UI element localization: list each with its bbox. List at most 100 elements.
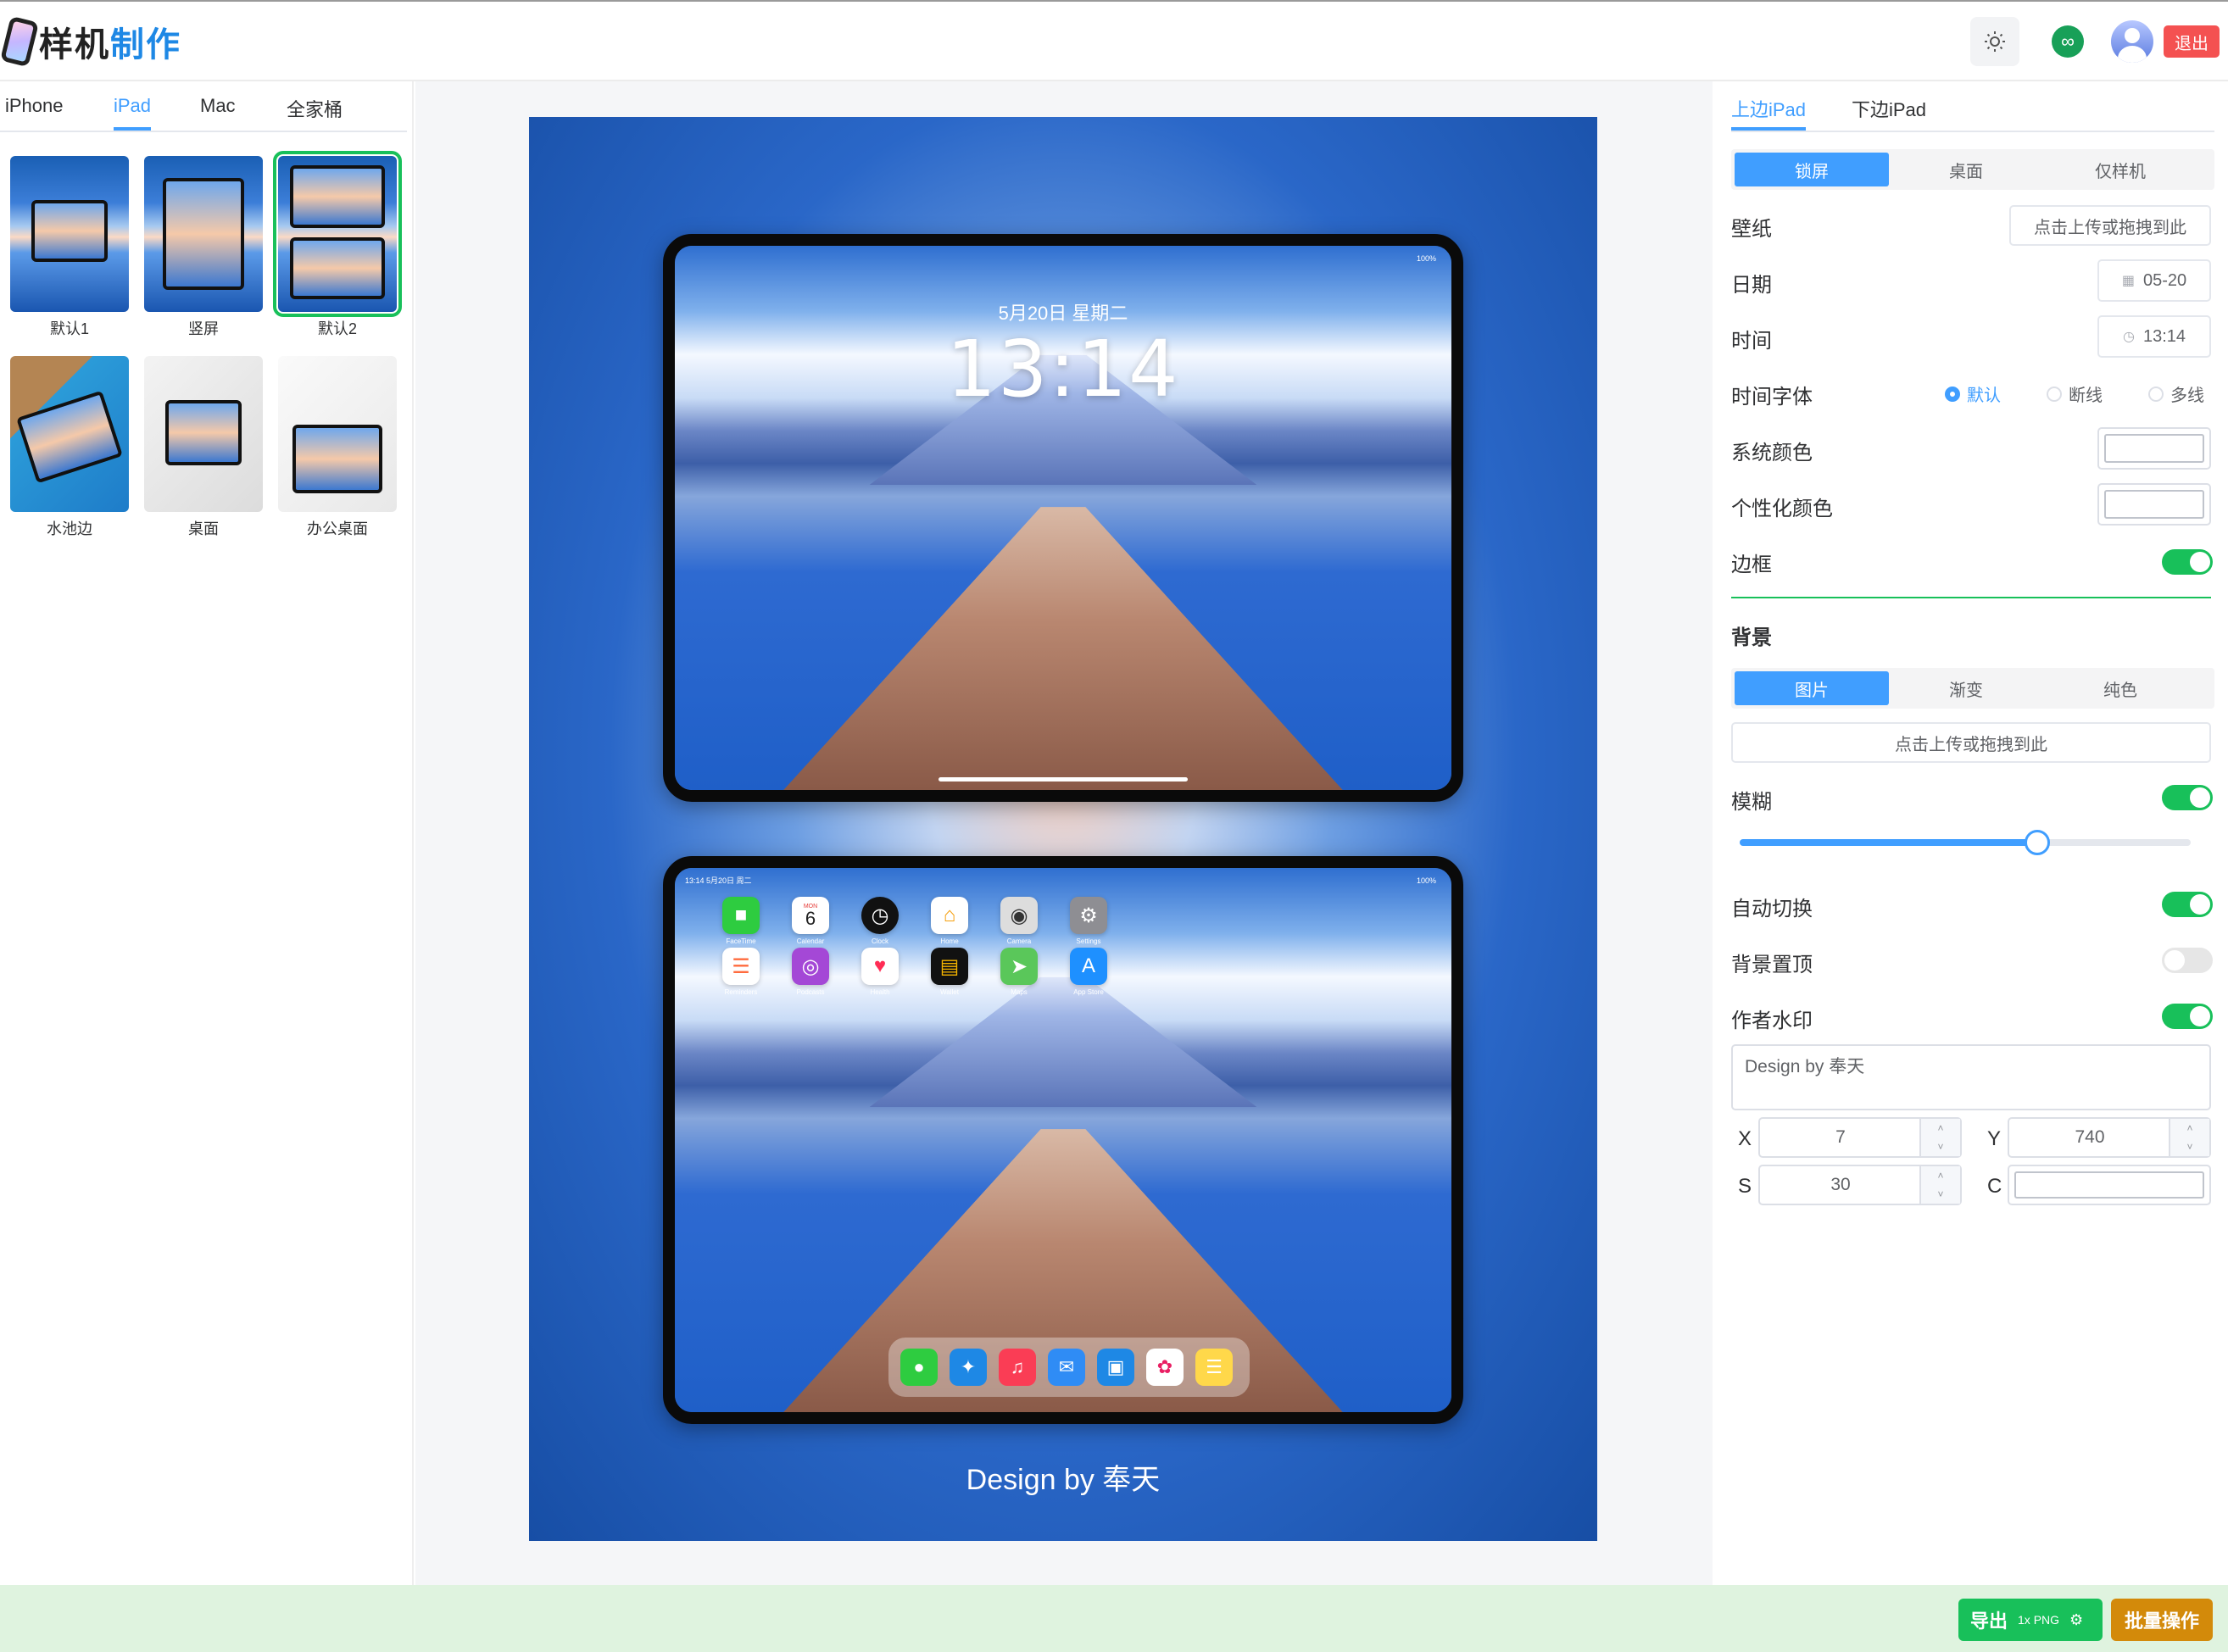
s-number-input[interactable]: 30 ˄ ˅	[1758, 1165, 1962, 1205]
wallet-icon: ▤	[931, 948, 968, 985]
avatar[interactable]	[2111, 20, 2153, 63]
bg-type-gradient[interactable]: 渐变	[1889, 671, 2043, 705]
device-tabs: iPhone iPad Mac 全家桶	[0, 81, 407, 132]
app-label: Camera	[1006, 937, 1032, 945]
x-number-input[interactable]: 7 ˄ ˅	[1758, 1117, 1962, 1158]
x-label: X	[1738, 1127, 1752, 1150]
background-title: 背景	[1731, 626, 1772, 649]
mode-desktop[interactable]: 桌面	[1889, 153, 2043, 186]
app-label: Home	[940, 937, 959, 945]
s-label: S	[1738, 1175, 1752, 1198]
appstore-icon: A	[1070, 948, 1107, 985]
time-picker[interactable]: ◷ 13:14	[2097, 315, 2211, 358]
template-thumb-default2[interactable]	[273, 151, 402, 317]
template-thumb-pool[interactable]	[10, 356, 129, 512]
watermark-label: 作者水印	[1731, 1010, 1813, 1032]
lock-time: 13:14	[946, 324, 1180, 414]
s-stepper[interactable]: ˄ ˅	[1919, 1166, 1960, 1204]
settings-icon: ⚙	[1070, 897, 1107, 934]
template-thumb-default1[interactable]	[10, 156, 129, 312]
theme-toggle-button[interactable]	[1970, 17, 2019, 66]
watermark-text: Design by 奉天	[966, 1464, 1161, 1496]
ipad-top-lockscreen[interactable]: 100% 5月20日 星期二 13:14	[663, 234, 1463, 802]
y-number-input[interactable]: 740 ˄ ˅	[2008, 1117, 2211, 1158]
bg-type-image[interactable]: 图片	[1735, 671, 1889, 705]
time-value: 13:14	[2142, 326, 2186, 346]
tab-ipad[interactable]: iPad	[114, 95, 152, 131]
font-radio-dashed[interactable]: 断线	[2047, 381, 2103, 406]
calendar-icon: ▦	[2121, 274, 2135, 288]
safari-icon: ✦	[950, 1349, 987, 1386]
facetime-icon: ■	[722, 897, 760, 934]
font-radio-default[interactable]: 默认	[1945, 381, 2001, 406]
mail-icon: ✉	[1048, 1349, 1085, 1386]
s-value: 30	[1830, 1175, 1851, 1194]
mode-lockscreen[interactable]: 锁屏	[1735, 153, 1889, 186]
settings-panel: 上边iPad 下边iPad 锁屏 桌面 仅样机	[1714, 81, 2228, 1585]
status-bar: 100%	[1416, 876, 1436, 885]
wallpaper-upload[interactable]: 点击上传或拖拽到此	[2009, 205, 2211, 246]
template-thumb-desk[interactable]	[144, 356, 263, 512]
template-label: 默认1	[49, 320, 89, 337]
watermark-switch[interactable]	[2162, 1004, 2213, 1029]
tab-bottom-ipad[interactable]: 下边iPad	[1852, 95, 1926, 131]
blur-slider-handle[interactable]	[2025, 830, 2051, 855]
x-value: 7	[1835, 1127, 1846, 1147]
app-label: Reminders	[724, 988, 758, 996]
app-label: FaceTime	[726, 937, 756, 945]
tab-top-ipad[interactable]: 上边iPad	[1731, 95, 1807, 131]
ipad-bottom-homescreen[interactable]: 13:14 5月20日 周二 100% ■ FaceTime MON 6 Cale…	[663, 856, 1463, 1424]
app-label: Maps	[1011, 988, 1028, 996]
border-switch[interactable]	[2162, 549, 2213, 575]
app-label: Calendar	[796, 937, 825, 945]
time-label: 时间	[1731, 330, 1772, 353]
mockup-canvas[interactable]: 100% 5月20日 星期二 13:14 13:14 5月20日 周二 100%…	[529, 117, 1597, 1541]
font-radio-multiline[interactable]: 多线	[2148, 381, 2204, 406]
tab-family[interactable]: 全家桶	[287, 95, 343, 131]
template-panel: iPhone iPad Mac 全家桶 默认1 竖屏 默认2 水池边 桌面 办公…	[0, 81, 414, 1585]
template-thumb-portrait[interactable]	[144, 156, 263, 312]
reminders-icon: ☰	[722, 948, 760, 985]
date-picker[interactable]: ▦ 05-20	[2097, 259, 2211, 302]
background-upload[interactable]: 点击上传或拖拽到此	[1731, 722, 2211, 763]
watermark-color-picker[interactable]	[2008, 1165, 2211, 1205]
tab-mac[interactable]: Mac	[200, 95, 236, 131]
blur-label: 模糊	[1731, 791, 1772, 814]
clock-icon: ◷	[2122, 330, 2135, 344]
logo-text-2: 制作	[110, 25, 181, 64]
logo[interactable]: 样机 制作	[0, 15, 181, 68]
template-label: 竖屏	[188, 320, 219, 337]
custom-color-picker[interactable]	[2097, 483, 2211, 526]
system-color-label: 系统颜色	[1731, 442, 1813, 464]
logout-button[interactable]: 退出	[2164, 25, 2220, 58]
mode-frame-only[interactable]: 仅样机	[2043, 153, 2197, 186]
export-button[interactable]: 导出 1x PNG ⚙	[1958, 1599, 2103, 1641]
template-thumb-office[interactable]	[278, 356, 397, 512]
maps-icon: ➤	[1000, 948, 1038, 985]
tab-iphone[interactable]: iPhone	[5, 95, 64, 131]
wallpaper-label: 壁纸	[1731, 218, 1772, 241]
app-label: Wallet	[940, 988, 959, 996]
gear-icon[interactable]: ⚙	[2069, 1611, 2083, 1629]
system-color-picker[interactable]	[2097, 427, 2211, 470]
template-label: 默认2	[317, 320, 357, 337]
template-label: 水池边	[47, 520, 92, 537]
x-stepper[interactable]: ˄ ˅	[1919, 1119, 1960, 1156]
app-label: Settings	[1076, 937, 1101, 945]
y-stepper[interactable]: ˄ ˅	[2169, 1119, 2209, 1156]
batch-operation-button[interactable]: 批量操作	[2111, 1599, 2213, 1641]
auto-switch-toggle[interactable]	[2162, 892, 2213, 917]
blur-switch[interactable]	[2162, 785, 2213, 810]
blur-slider-fill	[1740, 839, 2038, 846]
bg-type-solid[interactable]: 纯色	[2043, 671, 2197, 705]
logo-text-1: 样机	[39, 25, 110, 64]
files-icon: ▣	[1097, 1349, 1134, 1386]
export-format: 1x PNG	[2018, 1613, 2060, 1627]
share-link-button[interactable]: ∞	[2043, 17, 2092, 66]
template-label: 办公桌面	[307, 520, 368, 537]
bg-top-toggle[interactable]	[2162, 948, 2213, 973]
watermark-textarea[interactable]: Design by 奉天	[1731, 1044, 2211, 1110]
blur-slider[interactable]	[1740, 830, 2191, 855]
lock-date: 5月20日 星期二	[998, 303, 1128, 324]
date-label: 日期	[1731, 274, 1772, 297]
